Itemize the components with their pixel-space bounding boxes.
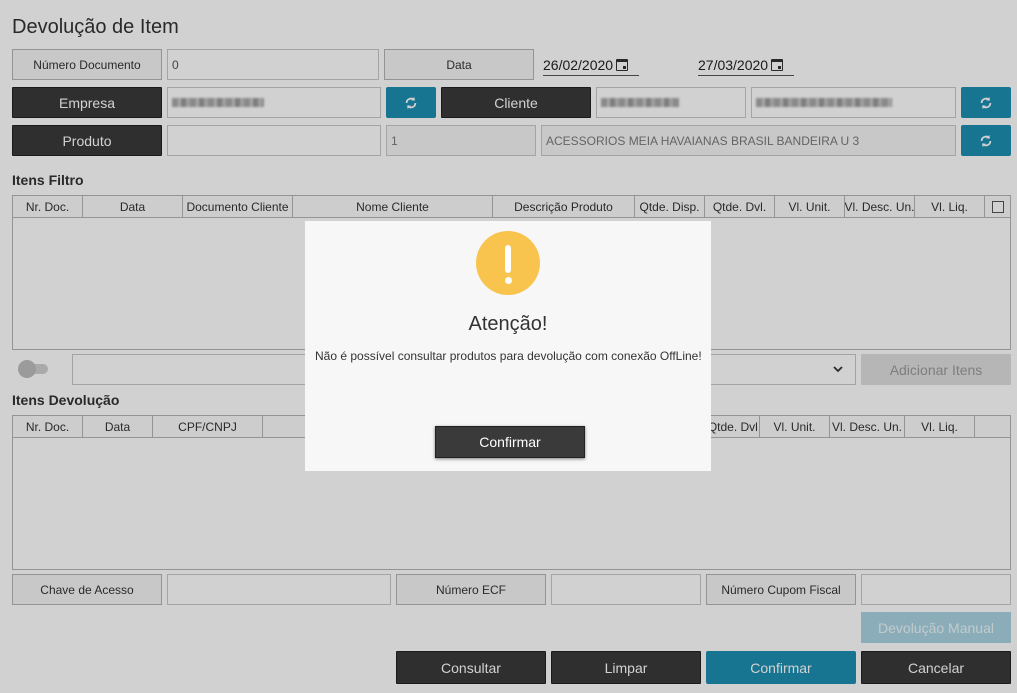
dialog-title: Atenção! [468, 313, 548, 335]
warning-icon [476, 231, 540, 295]
warning-icon-bar [505, 245, 511, 273]
dialog-confirm-button[interactable]: Confirmar [435, 426, 585, 458]
dialog-message: Não é possível consultar produtos para d… [315, 349, 702, 363]
alert-dialog: Atenção! Não é possível consultar produt… [305, 221, 711, 471]
warning-icon-dot [504, 277, 512, 284]
